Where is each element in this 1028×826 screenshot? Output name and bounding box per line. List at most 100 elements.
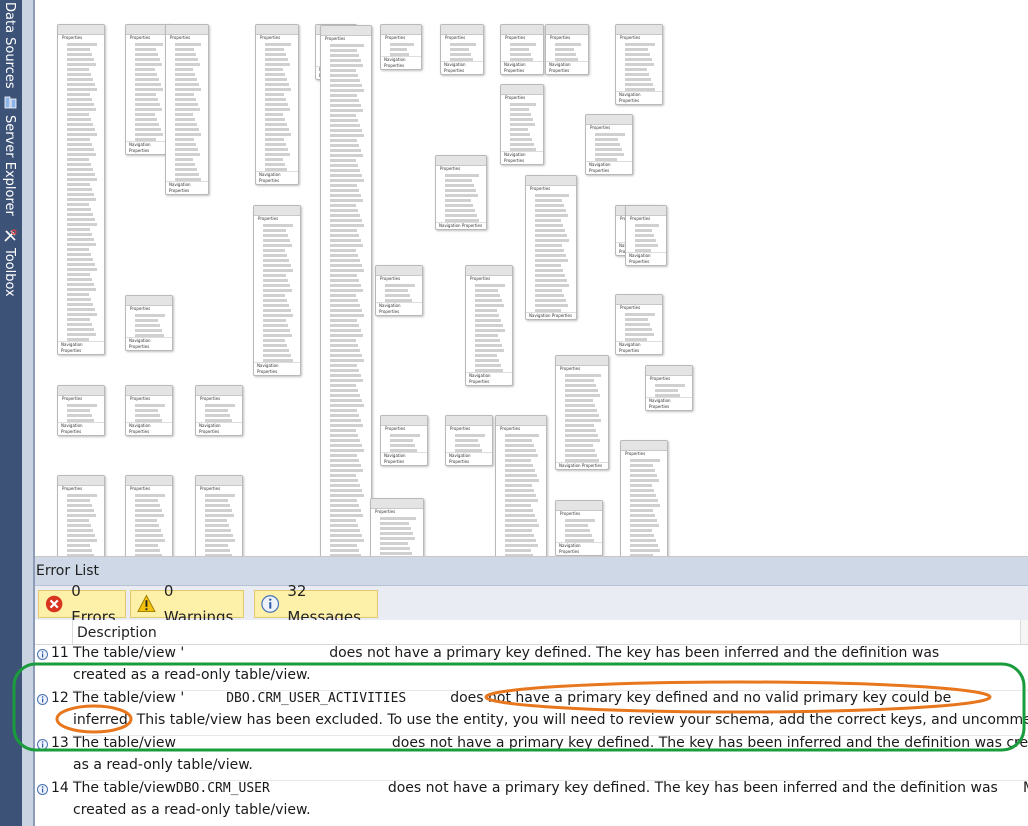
entity-property-line xyxy=(135,88,163,91)
entity-property-line xyxy=(265,118,285,121)
entity-box-section-label: Properties xyxy=(625,451,646,456)
entity-property-line xyxy=(175,68,193,71)
column-header-file[interactable] xyxy=(1020,620,1028,644)
warnings-filter-button[interactable]: 0 Warnings xyxy=(130,582,244,626)
error-row-14[interactable]: 14 The table/viewDBO.CRM_USER does not ha… xyxy=(35,780,1028,826)
entity-box[interactable]: PropertiesNavigation Properties xyxy=(253,205,301,376)
entity-box[interactable]: PropertiesNavigation Properties xyxy=(57,475,105,556)
entity-box-section-label: Properties xyxy=(130,306,151,311)
entity-property-line xyxy=(263,284,290,287)
entity-property-line xyxy=(565,394,600,397)
column-header-icon[interactable] xyxy=(35,620,73,644)
entity-property-line xyxy=(263,269,293,272)
entity-box-section-label: Properties xyxy=(550,35,571,40)
entity-property-line xyxy=(630,504,660,507)
server-explorer-icon xyxy=(4,96,17,109)
entity-box[interactable]: PropertiesNavigation Properties xyxy=(615,24,663,105)
entity-box[interactable]: PropertiesNavigation Properties xyxy=(440,24,484,75)
entity-box[interactable]: PropertiesNavigation Properties xyxy=(465,265,513,386)
entity-box[interactable]: PropertiesNavigation Properties xyxy=(525,175,577,320)
errors-filter-button[interactable]: 0 Errors xyxy=(38,582,126,626)
entity-box-nav-label: Navigation Properties xyxy=(381,452,427,465)
entity-property-line xyxy=(175,128,199,131)
entity-property-line xyxy=(67,238,94,241)
messages-filter-button[interactable]: 32 Messages xyxy=(254,582,378,626)
entity-box-section-label: Properties xyxy=(385,35,406,40)
entity-box[interactable]: PropertiesNavigation Properties xyxy=(495,415,547,556)
entity-property-line xyxy=(510,143,534,146)
entity-property-line xyxy=(535,194,569,197)
entity-box[interactable]: PropertiesNavigation Properties xyxy=(375,265,423,316)
entity-property-line xyxy=(565,439,600,442)
entity-box[interactable]: PropertiesNavigation Properties xyxy=(500,24,544,75)
entity-box[interactable]: PropertiesNavigation Properties xyxy=(370,498,424,556)
entity-box[interactable]: PropertiesNavigation Properties xyxy=(435,155,487,230)
tab-toolbox[interactable]: Toolbox xyxy=(0,228,22,318)
entity-property-line xyxy=(475,324,503,327)
tab-server-explorer[interactable]: Server Explorer xyxy=(0,95,22,225)
info-icon xyxy=(37,739,48,750)
entity-property-line xyxy=(450,43,476,46)
error-row-12[interactable]: 12 The table/view ' DBO.CRM_USER_ACTIVITI… xyxy=(35,690,1028,734)
error-row-13[interactable]: 13 The table/view does not have a primary… xyxy=(35,735,1028,779)
entity-box[interactable]: PropertiesNavigation Properties xyxy=(195,475,243,556)
entity-box-header xyxy=(501,85,543,95)
entity-box[interactable]: PropertiesNavigation Properties xyxy=(645,365,693,411)
entity-designer-surface[interactable]: Properties Navigation Properties Propertie… xyxy=(35,0,1028,557)
entity-box[interactable]: PropertiesNavigation Properties xyxy=(255,24,299,185)
entity-box[interactable]: PropertiesNavigation Properties xyxy=(545,24,589,75)
entity-property-line xyxy=(330,219,362,222)
entity-box[interactable]: PropertiesNavigation Properties xyxy=(195,385,243,436)
entity-box[interactable]: PropertiesNavigation Properties xyxy=(320,25,372,556)
entity-box[interactable]: PropertiesNavigation Properties xyxy=(625,205,667,266)
entity-property-line xyxy=(205,509,232,512)
entity-property-line xyxy=(67,318,90,321)
entity-property-line xyxy=(510,113,531,116)
entity-box-header xyxy=(501,25,543,35)
entity-box[interactable]: PropertiesNavigation Properties xyxy=(555,355,609,470)
entity-property-line xyxy=(505,439,532,442)
entity-box[interactable]: PropertiesNavigation Properties xyxy=(57,24,105,355)
entity-property-line xyxy=(265,58,288,61)
entity-property-line xyxy=(175,113,193,116)
entity-property-line xyxy=(625,313,655,316)
entity-box[interactable]: PropertiesNavigation Properties xyxy=(585,114,633,175)
entity-property-line xyxy=(535,279,567,282)
entity-property-line xyxy=(330,334,363,337)
entity-box[interactable]: PropertiesNavigation Properties xyxy=(620,440,668,556)
entity-property-line xyxy=(265,163,285,166)
entity-property-line xyxy=(475,359,499,362)
entity-box[interactable]: PropertiesNavigation Properties xyxy=(380,24,422,70)
entity-box[interactable]: PropertiesNavigation Properties xyxy=(555,500,603,556)
entity-box[interactable]: PropertiesNavigation Properties xyxy=(380,415,428,466)
entity-box[interactable]: PropertiesNavigation Properties xyxy=(57,385,105,436)
entity-property-line xyxy=(510,133,530,136)
entity-box[interactable]: PropertiesNavigation Properties xyxy=(500,84,544,165)
entity-box[interactable]: PropertiesNavigation Properties xyxy=(165,24,209,195)
row-description-line2: created as a read-only table/view. xyxy=(73,667,311,683)
entity-property-line xyxy=(67,198,96,201)
entity-box[interactable]: PropertiesNavigation Properties xyxy=(445,415,493,466)
entity-property-line xyxy=(655,384,685,387)
entity-property-line xyxy=(135,549,160,552)
entity-box[interactable]: PropertiesNavigation Properties xyxy=(125,385,173,436)
entity-box[interactable]: PropertiesNavigation Properties xyxy=(125,475,173,556)
entity-property-line xyxy=(535,289,562,292)
entity-box[interactable]: PropertiesNavigation Properties xyxy=(615,294,663,355)
entity-property-line xyxy=(330,409,357,412)
error-row-11[interactable]: 11 The table/view ' does not have a prima… xyxy=(35,645,1028,689)
entity-property-line xyxy=(135,494,165,497)
entity-property-line xyxy=(330,539,364,542)
entity-property-line xyxy=(175,48,194,51)
tab-toolbox-label: Toolbox xyxy=(2,248,17,297)
entity-property-line xyxy=(535,254,566,257)
tab-data-sources[interactable]: Data Sources xyxy=(0,0,22,92)
entity-box-header xyxy=(381,25,421,35)
column-header-description[interactable]: Description xyxy=(77,620,157,646)
entity-box[interactable]: PropertiesNavigation Properties xyxy=(125,295,173,351)
entity-property-line xyxy=(205,519,227,522)
entity-property-line xyxy=(330,149,361,152)
entity-property-line xyxy=(330,414,359,417)
entity-property-line xyxy=(330,354,362,357)
entity-property-line xyxy=(330,139,357,142)
